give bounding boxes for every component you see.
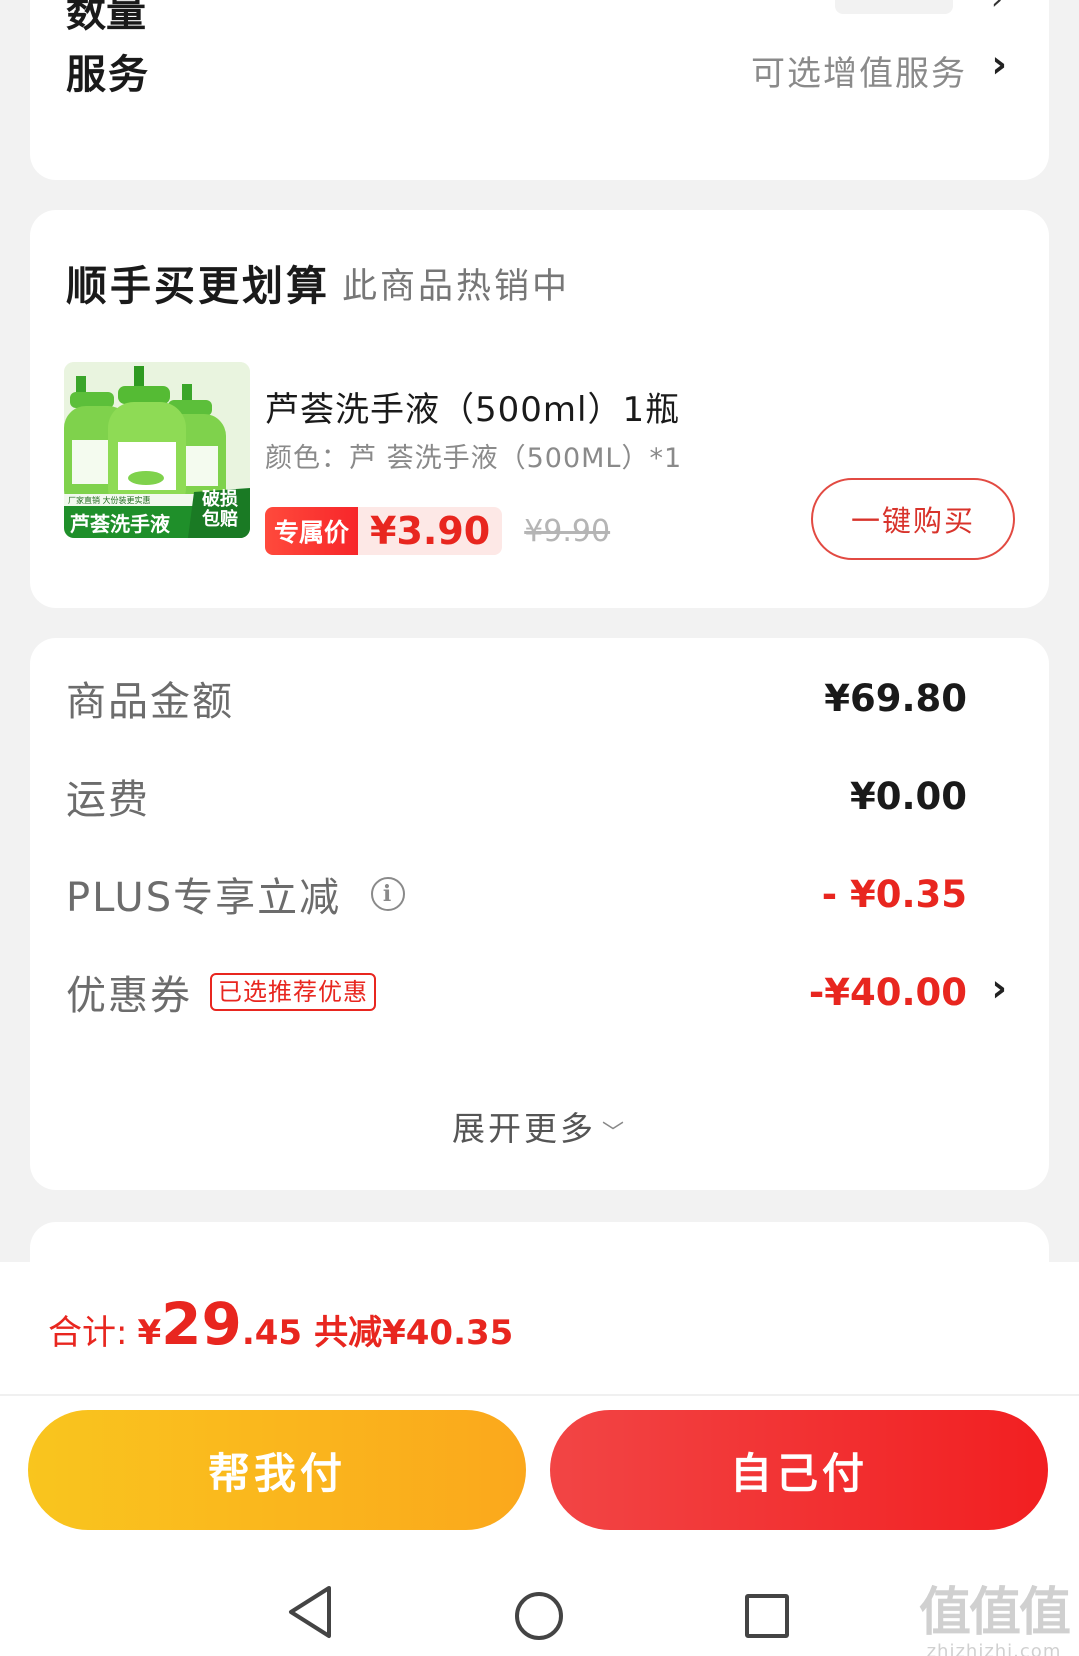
summary-label: 优惠券 [66,973,192,1019]
current-price: ¥3.90 [358,507,503,555]
summary-label-wrap: 优惠券 已选推荐优惠 [66,963,376,1021]
summary-label: 运费 [66,777,150,823]
summary-value: -¥40.00 [808,970,967,1014]
summary-row-coupon[interactable]: 优惠券 已选推荐优惠 -¥40.00 [66,962,967,1022]
total-label: 合计: [48,1313,128,1353]
summary-label-wrap: PLUS专享立减 i [66,865,406,923]
watermark: 值值值 zhizhizhi.com [918,1570,1071,1656]
summary-row-shipping: 运费 ¥0.00 [66,766,967,826]
coupon-badge: 已选推荐优惠 [210,973,376,1011]
product-name[interactable]: 芦荟洗手液（500ml）1瓶 [265,382,680,431]
summary-value: ¥69.80 [824,676,967,720]
summary-row-plus-discount: PLUS专享立减 i - ¥0.35 [66,864,967,924]
chevron-down-icon: ﹀ [601,1121,627,1146]
system-nav-bar: 值值值 zhizhizhi.com [0,1562,1079,1656]
back-icon[interactable] [285,1584,335,1640]
summary-row-subtotal: 商品金额 ¥69.80 [66,668,967,728]
total-currency: ¥ [137,1313,162,1353]
product-image-badge: 破损包赔 [202,489,238,530]
order-total: 合计: ¥ 29 .45 共减¥40.35 [48,1290,513,1370]
product-spec: 颜色：芦 荟洗手液（500ML）*1 [265,443,683,474]
chevron-right-icon: › [991,0,1003,17]
exclusive-price-tag: 专属价 [265,507,359,555]
product-image[interactable]: 厂家直销 大份装更实惠 芦荟洗手液 破损包赔 [64,362,250,538]
divider [0,1394,1079,1396]
price-summary-card: 商品金额 ¥69.80 运费 ¥0.00 PLUS专享立减 i - ¥0.35 … [30,638,1049,1190]
watermark-url: zhizhizhi.com [926,1641,1062,1656]
service-label: 服务 [66,52,150,98]
original-price: ¥9.90 [524,513,611,549]
product-image-banner: 厂家直销 大份装更实惠 [68,496,151,505]
total-saved: 共减¥40.35 [314,1313,514,1353]
price-row: 专属价 ¥3.90 ¥9.90 [265,506,610,556]
product-image-caption: 芦荟洗手液 [70,512,170,536]
chevron-right-icon[interactable]: › [991,966,1007,1010]
summary-label: 商品金额 [66,679,234,725]
watermark-logo: 值值值 [918,1583,1071,1643]
quantity-stepper[interactable] [835,0,953,14]
bundle-title: 顺手买更划算 [66,262,330,310]
pay-for-me-button[interactable]: 帮我付 [28,1410,526,1530]
quantity-label: 数量 [66,0,146,36]
checkout-bar: 合计: ¥ 29 .45 共减¥40.35 帮我付 自己付 值值值 zhizhi… [0,1262,1079,1656]
total-decimal: .45 [241,1313,303,1353]
bundle-subtitle: 此商品热销中 [342,267,571,307]
summary-label: PLUS专享立减 [66,875,342,921]
summary-value: - ¥0.35 [821,872,967,916]
info-icon[interactable]: i [371,877,406,911]
home-icon[interactable] [515,1592,563,1640]
expand-label: 展开更多 [451,1109,596,1148]
chevron-right-icon[interactable]: › [991,42,1007,86]
summary-value: ¥0.00 [849,774,967,818]
delivery-card: 数量 › 服务 可选增值服务 › [30,0,1049,180]
service-option-link[interactable]: 可选增值服务 [751,46,967,95]
pay-myself-button[interactable]: 自己付 [550,1410,1048,1530]
one-click-buy-button[interactable]: 一键购买 [811,478,1015,560]
expand-more-button[interactable]: 展开更多 ﹀ [30,1102,1049,1150]
total-integer: 29 [161,1290,242,1358]
recent-apps-icon[interactable] [745,1594,789,1638]
bundle-offer-card: 顺手买更划算 此商品热销中 厂家直销 大份装更实惠 芦荟洗手液 破损包赔 芦荟洗… [30,210,1049,608]
